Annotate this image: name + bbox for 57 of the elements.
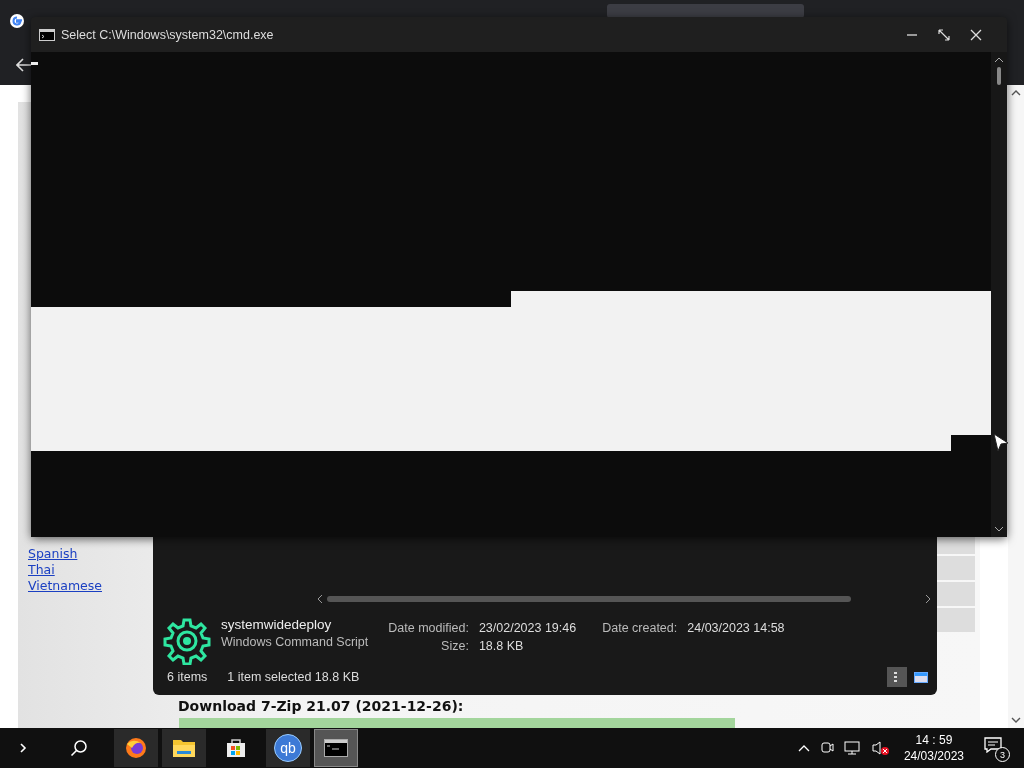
muted-speaker-icon[interactable] <box>871 740 890 756</box>
details-view-button[interactable] <box>887 667 907 687</box>
window-icon <box>914 671 928 683</box>
network-icon[interactable] <box>843 740 862 756</box>
file-type: Windows Command Script <box>221 635 369 649</box>
folder-icon <box>172 737 196 759</box>
qb-taskbar-button[interactable]: qb <box>266 729 310 767</box>
horizontal-scrollbar[interactable] <box>317 593 933 605</box>
folder-taskbar-button[interactable] <box>162 729 206 767</box>
item-count: 6 items <box>167 670 208 684</box>
mouse-pointer-icon <box>993 433 1009 453</box>
table-cell <box>935 608 975 632</box>
file-name: systemwidedeploy <box>221 617 333 632</box>
detail-label: Date modified: <box>388 621 469 635</box>
language-link[interactable]: Spanish <box>28 546 102 562</box>
back-arrow-icon[interactable] <box>16 58 34 72</box>
camera-icon[interactable] <box>819 740 834 756</box>
detail-value: 24/03/2023 14:58 <box>687 621 785 635</box>
shopping-bag-icon <box>225 737 247 759</box>
scroll-down-icon[interactable] <box>994 525 1004 533</box>
selection-info: 1 item selected 18.8 KB <box>227 670 360 684</box>
close-icon[interactable] <box>970 28 982 41</box>
firefox-taskbar-button[interactable] <box>114 729 158 767</box>
scroll-right-icon[interactable] <box>925 594 931 604</box>
download-heading: Download 7-Zip 21.07 (2021-12-26): <box>178 698 464 714</box>
scroll-left-icon[interactable] <box>317 594 323 604</box>
detail-label: Date created: <box>602 621 678 635</box>
detail-value: 18.8 KB <box>478 639 525 653</box>
terminal-taskbar-button[interactable] <box>314 729 358 767</box>
scrollbar-thumb[interactable] <box>327 596 851 602</box>
scroll-up-icon[interactable] <box>1011 89 1021 97</box>
chevron-icon[interactable] <box>18 742 28 754</box>
table-cell <box>935 556 975 580</box>
language-link[interactable]: Vietnamese <box>28 578 102 594</box>
notification-count: 3 <box>995 747 1010 762</box>
gear-icon <box>163 617 211 665</box>
detail-value: 23/02/2023 19:46 <box>478 621 577 635</box>
search-icon[interactable] <box>70 739 88 757</box>
table-cell <box>935 582 975 606</box>
text-cursor <box>31 62 38 65</box>
detail-label: Size: <box>440 639 469 653</box>
maximize-icon[interactable] <box>938 28 950 41</box>
caret-up-icon[interactable] <box>797 744 810 752</box>
scroll-up-icon[interactable] <box>994 56 1004 64</box>
scrollbar[interactable] <box>1008 85 1024 728</box>
terminal-icon <box>324 739 348 757</box>
google-icon <box>9 13 25 29</box>
message-icon <box>984 737 1002 753</box>
vertical-scrollbar[interactable] <box>991 52 1007 537</box>
clock-time[interactable]: 14 : 59 <box>915 732 953 748</box>
browser-logo-icon <box>124 736 148 760</box>
window-title: Select C:\Windows\system32\cmd.exe <box>61 27 274 42</box>
language-link[interactable]: Thai <box>28 562 102 578</box>
scrollbar-thumb[interactable] <box>997 67 1001 85</box>
clock-date[interactable]: 24/03/2023 <box>903 748 964 764</box>
scroll-down-icon[interactable] <box>1011 716 1021 724</box>
terminal-icon <box>39 28 55 41</box>
